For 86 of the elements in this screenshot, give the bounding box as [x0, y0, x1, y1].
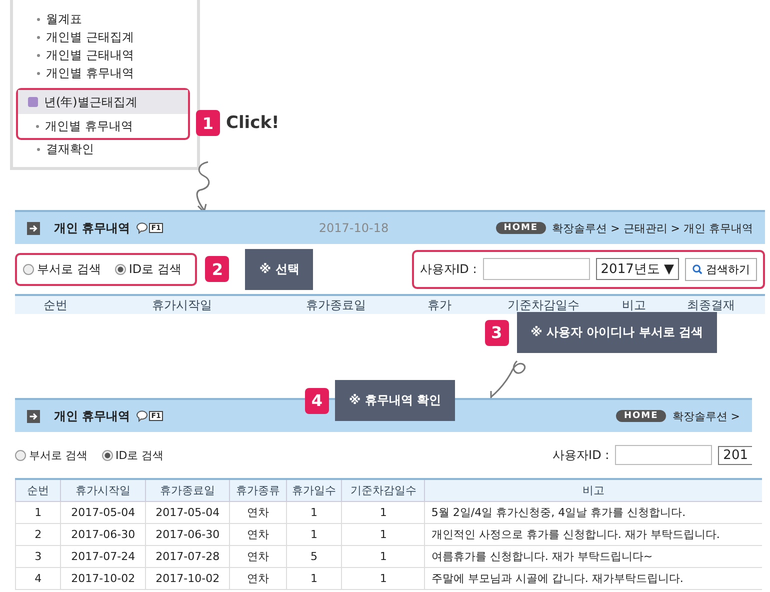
- menu-item[interactable]: 개인별 근태내역: [19, 46, 197, 64]
- column-header: 최종결재: [686, 296, 736, 314]
- table-cell: 5월 2일/4일 휴가신청중, 4일날 휴가를 신청합니다.: [424, 502, 762, 524]
- step-number-badge: 1: [196, 110, 220, 136]
- step-caption: ※ 선택: [245, 248, 314, 290]
- radio-circle[interactable]: [23, 264, 34, 274]
- search-button[interactable]: 검색하기: [685, 258, 757, 280]
- table-cell: 2017-06-30: [145, 524, 230, 546]
- table-cell: 연차: [230, 502, 286, 524]
- menu-item[interactable]: 개인별 휴무내역: [18, 114, 188, 138]
- step-number-badge: 3: [484, 320, 509, 346]
- column-header: 휴가: [426, 296, 453, 314]
- table-cell: 2: [16, 524, 61, 546]
- search-mode-radio[interactable]: ID로 검색: [114, 260, 182, 278]
- screen-title: 개인 휴무내역: [54, 220, 130, 236]
- column-header: 휴가시작일: [60, 479, 146, 502]
- table-cell: 2017-07-24: [60, 546, 146, 568]
- table-cell: 연차: [230, 524, 286, 546]
- user-id-label: 사용자ID :: [420, 260, 477, 278]
- radio-circle[interactable]: [15, 450, 26, 460]
- table-cell: 연차: [230, 568, 286, 590]
- column-header: 휴가시작일: [151, 296, 214, 314]
- column-header: 기준차감일수: [342, 479, 425, 502]
- table-cell: 연차: [230, 546, 286, 568]
- search-mode-radio[interactable]: 부서로 검색: [23, 260, 101, 278]
- arrow-icon: [27, 410, 40, 422]
- table-cell: 개인적인 사정으로 휴가를 신청합니다. 재가 부탁드립니다.: [424, 524, 762, 546]
- step-caption: ※ 휴무내역 확인: [335, 380, 456, 421]
- table-cell: 2017-07-28: [145, 546, 230, 568]
- home-badge[interactable]: HOME: [496, 222, 546, 234]
- column-header: 휴가일수: [286, 479, 342, 502]
- curved-arrow: [490, 360, 526, 401]
- menu-group-item[interactable]: 년(年)별근태집계: [18, 90, 188, 114]
- search-mode-radio[interactable]: ID로 검색: [102, 448, 164, 462]
- breadcrumb: 확장솔루션 >: [672, 408, 740, 424]
- home-badge[interactable]: HOME: [616, 410, 666, 422]
- table-cell: 1: [342, 502, 425, 524]
- table-cell: 4: [16, 568, 61, 590]
- table-cell: 2017-05-04: [145, 502, 230, 524]
- table-cell: 여름휴가를 신청합니다. 재가 부탁드립니다~: [424, 546, 762, 568]
- table-cell: 1: [286, 524, 342, 546]
- menu-group-label: 년(年)별근태집계: [44, 94, 138, 110]
- column-header: 순번: [42, 296, 69, 314]
- step-number-badge: 4: [305, 388, 329, 414]
- table-cell: 2017-06-30: [60, 524, 146, 546]
- column-header: 휴가종류: [230, 479, 286, 502]
- menu-item[interactable]: 개인별 휴무내역: [19, 64, 197, 82]
- table-cell: 1: [342, 546, 425, 568]
- table-cell: 1: [342, 524, 425, 546]
- table-cell: 2017-10-02: [60, 568, 146, 590]
- radio-circle[interactable]: [114, 264, 126, 274]
- table-cell: 1: [342, 568, 425, 590]
- year-select[interactable]: 201: [718, 446, 752, 464]
- breadcrumb: 확장솔루션 > 근태관리 > 개인 휴무내역: [552, 220, 753, 236]
- menu-item[interactable]: 결재확인: [19, 140, 197, 158]
- column-header: 기준차감일수: [506, 296, 581, 314]
- user-id-field[interactable]: [482, 258, 590, 280]
- step-number-badge: 2: [205, 256, 230, 282]
- table-cell: 2017-10-02: [145, 568, 230, 590]
- screen-title: 개인 휴무내역: [54, 408, 130, 424]
- user-id-label: 사용자ID :: [552, 446, 610, 464]
- menu-item[interactable]: 월계표: [19, 10, 197, 28]
- menu-item[interactable]: 개인별 근태집계: [19, 28, 197, 46]
- table-cell: 5: [286, 546, 342, 568]
- speech-bubble-icon: [136, 410, 148, 422]
- year-select[interactable]: 2017년도 ▼: [596, 258, 679, 280]
- column-header: 비고: [621, 296, 647, 314]
- table-cell: 1: [286, 568, 342, 590]
- search-mode-radio[interactable]: 부서로 검색: [15, 448, 88, 462]
- table-cell: 2017-05-04: [60, 502, 146, 524]
- radio-circle[interactable]: [102, 450, 112, 460]
- table-cell: 1: [286, 502, 342, 524]
- arrow-icon: [27, 222, 40, 234]
- step-caption: ※ 사용자 아이디나 부서로 검색: [516, 312, 717, 353]
- search-icon: [692, 264, 703, 274]
- table-cell: 주말에 부모님과 시골에 갑니다. 재가부탁드립니다.: [424, 568, 762, 590]
- column-header: 휴가종료일: [145, 479, 230, 502]
- table-cell: 3: [16, 546, 61, 568]
- column-header: 비고: [424, 479, 762, 502]
- header-date: 2017-10-18: [318, 221, 389, 235]
- step-caption: Click!: [226, 113, 280, 133]
- column-header: 순번: [16, 479, 61, 502]
- speech-bubble-icon: [136, 222, 148, 234]
- table-cell: 1: [16, 502, 61, 524]
- user-id-field[interactable]: [615, 445, 712, 465]
- column-header: 휴가종료일: [304, 296, 367, 314]
